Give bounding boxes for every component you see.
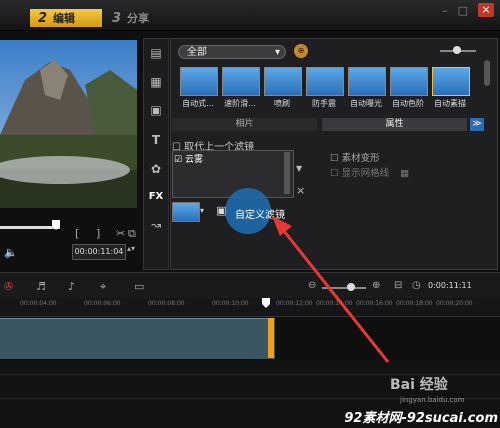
site-watermark: 92素材网-92sucai.com (344, 411, 498, 426)
baidu-watermark: Bai 经验 (390, 377, 448, 393)
baidu-watermark-url: jingyan.baidu.com (400, 396, 465, 404)
annotation-arrow (272, 216, 390, 363)
